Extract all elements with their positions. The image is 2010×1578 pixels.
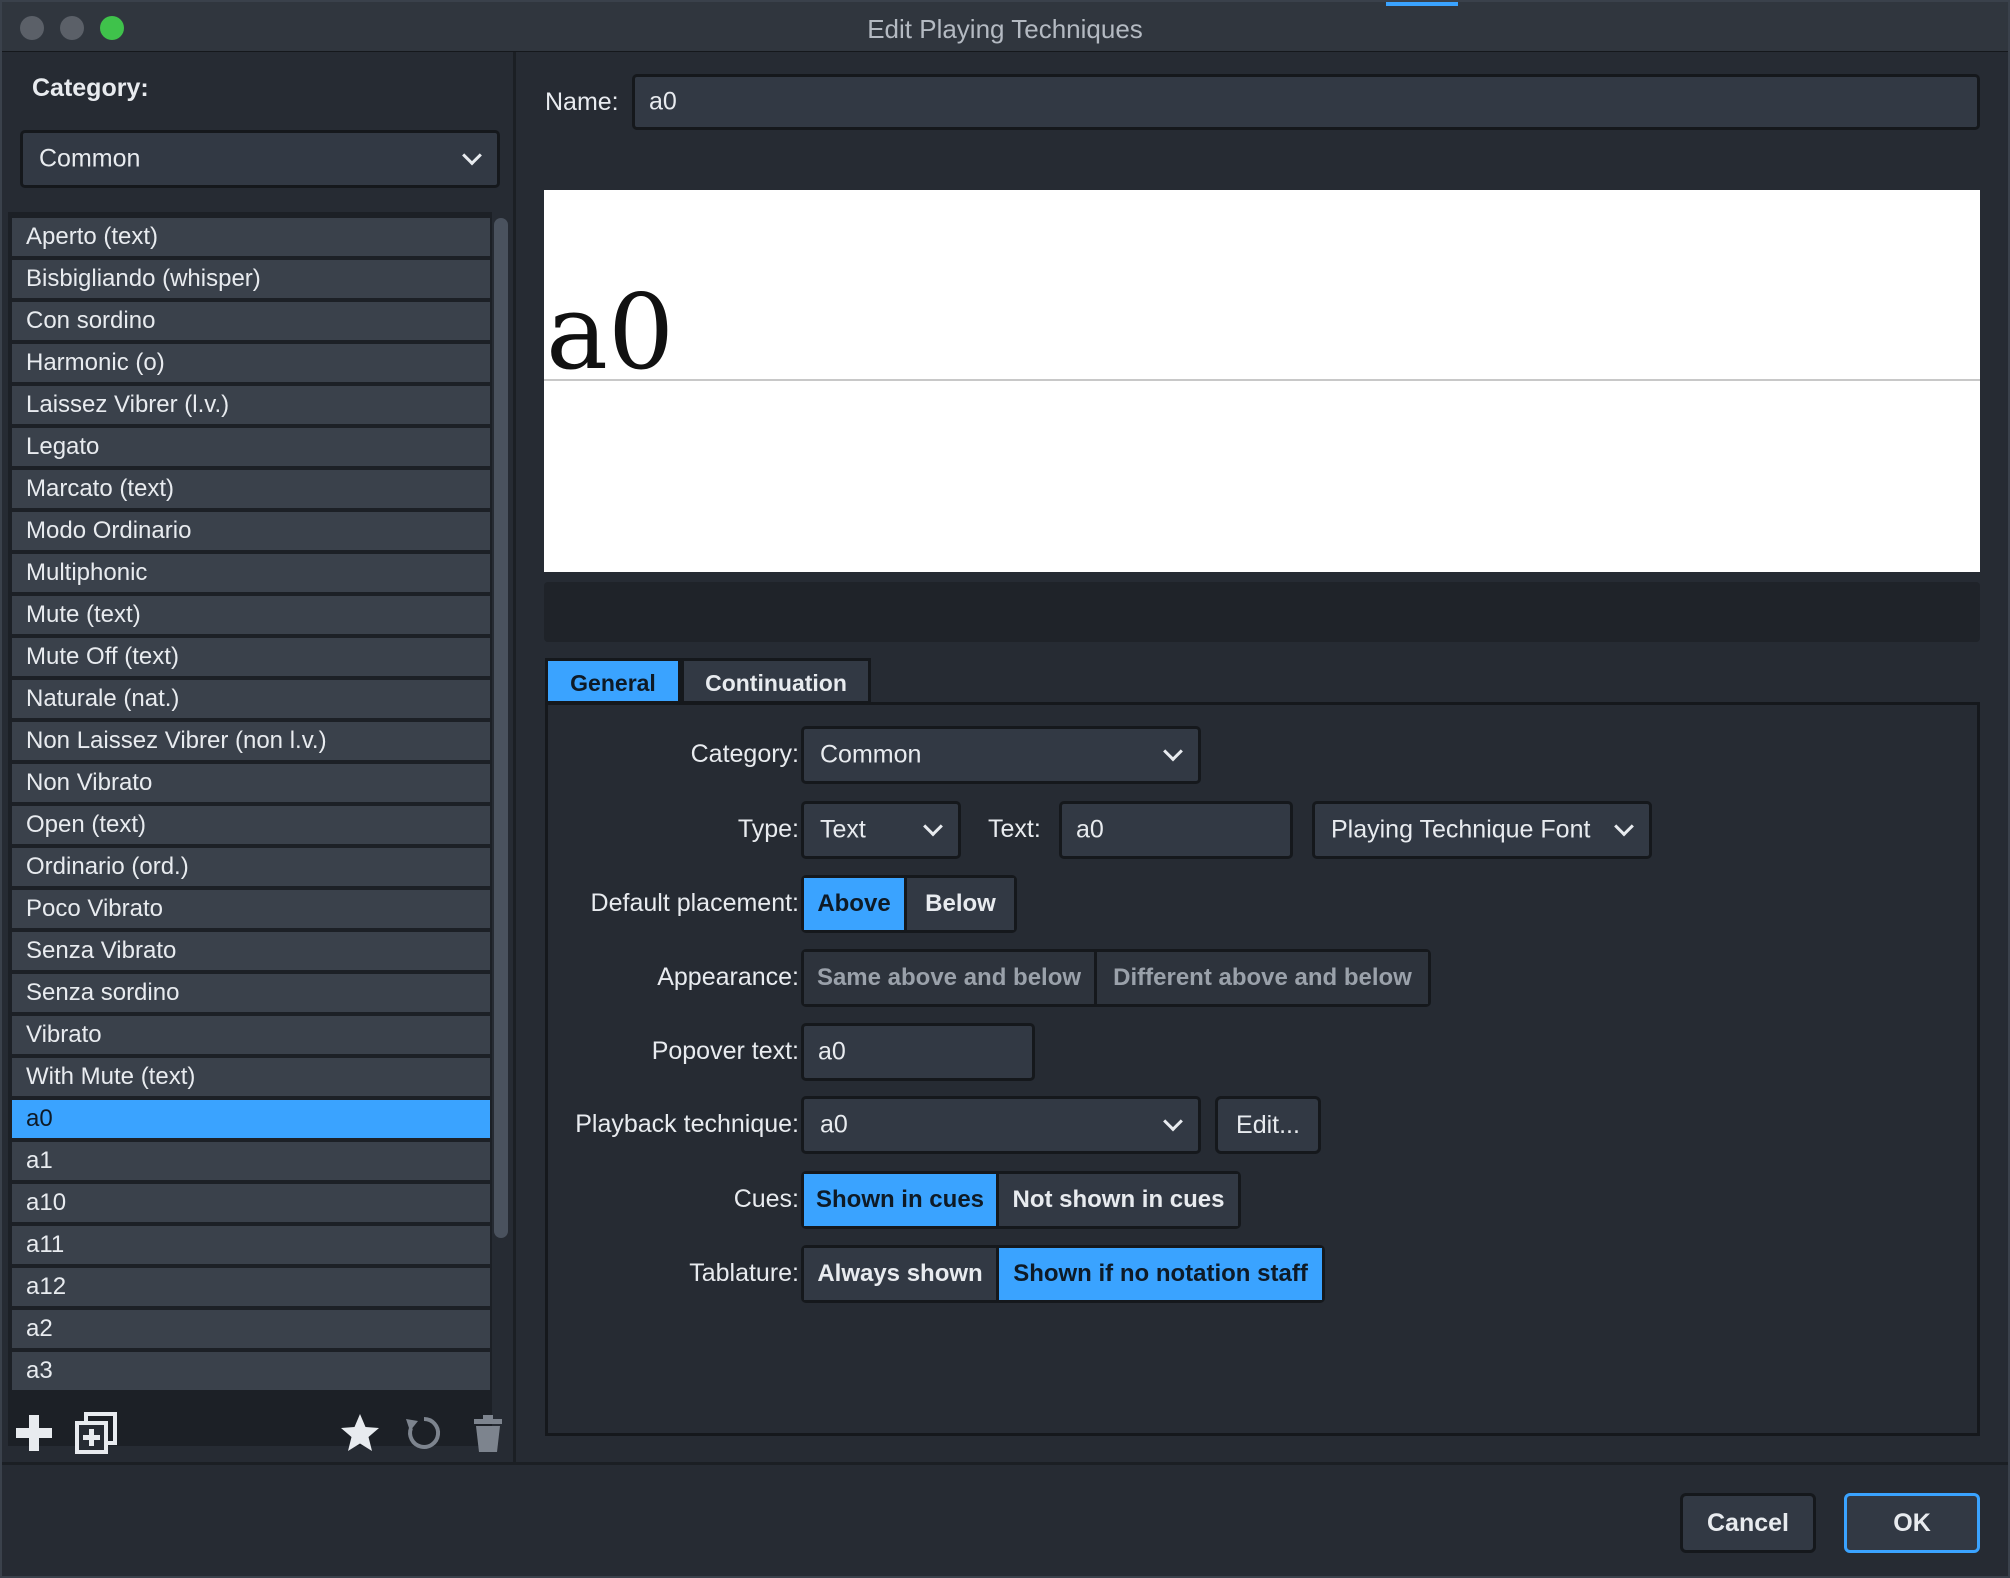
- list-item[interactable]: a10: [12, 1184, 490, 1222]
- list-item[interactable]: Mute Off (text): [12, 638, 490, 676]
- chevron-down-icon: [1163, 741, 1183, 762]
- appearance-different-button[interactable]: Different above and below: [1097, 952, 1428, 1004]
- technique-preview: a0: [544, 190, 1980, 572]
- chevron-down-icon: [462, 145, 482, 166]
- type-value: Text: [820, 815, 866, 844]
- list-item[interactable]: a1: [12, 1142, 490, 1180]
- shown-if-no-notation-staff-button[interactable]: Shown if no notation staff: [999, 1248, 1322, 1300]
- background-window-accent: [1386, 2, 1458, 6]
- list-item[interactable]: Ordinario (ord.): [12, 848, 490, 886]
- playback-technique-dropdown[interactable]: a0: [801, 1096, 1201, 1154]
- edit-playing-techniques-dialog: Edit Playing Techniques Category: Common…: [0, 0, 2010, 1578]
- list-item[interactable]: a2: [12, 1310, 490, 1348]
- text-label: Text:: [988, 815, 1041, 843]
- category-filter-label: Category:: [32, 74, 149, 102]
- list-item[interactable]: Poco Vibrato: [12, 890, 490, 928]
- cancel-button[interactable]: Cancel: [1680, 1493, 1816, 1553]
- preview-staff-line: [544, 379, 1980, 381]
- name-input[interactable]: a0: [632, 74, 1980, 130]
- list-item[interactable]: a12: [12, 1268, 490, 1306]
- category-dropdown[interactable]: Common: [801, 726, 1201, 784]
- name-label: Name:: [545, 88, 619, 116]
- plus-icon[interactable]: [12, 1411, 56, 1455]
- list-item[interactable]: Harmonic (o): [12, 344, 490, 382]
- list-item[interactable]: a3: [12, 1352, 490, 1390]
- cues-label: Cues:: [733, 1185, 799, 1213]
- font-value: Playing Technique Font: [1331, 815, 1591, 844]
- placement-above-button[interactable]: Above: [804, 878, 907, 930]
- technique-list[interactable]: Aperto (text) Bisbigliando (whisper) Con s…: [8, 212, 492, 1446]
- list-item[interactable]: Aperto (text): [12, 218, 490, 256]
- name-value: a0: [649, 87, 677, 116]
- popover-text-input[interactable]: a0: [801, 1023, 1035, 1081]
- not-shown-in-cues-button[interactable]: Not shown in cues: [999, 1174, 1238, 1226]
- list-item[interactable]: Non Vibrato: [12, 764, 490, 802]
- tablature-label: Tablature:: [689, 1259, 799, 1287]
- trash-icon[interactable]: [466, 1411, 510, 1455]
- placement-below-button[interactable]: Below: [907, 878, 1014, 930]
- reset-icon[interactable]: [402, 1411, 446, 1455]
- category-filter-dropdown[interactable]: Common: [20, 130, 500, 188]
- list-item[interactable]: Non Laissez Vibrer (non l.v.): [12, 722, 490, 760]
- list-item[interactable]: Vibrato: [12, 1016, 490, 1054]
- type-label: Type:: [737, 815, 799, 843]
- category-label: Category:: [690, 740, 799, 768]
- tablature-segmented-control: Always shown Shown if no notation staff: [801, 1245, 1325, 1303]
- list-item[interactable]: Bisbigliando (whisper): [12, 260, 490, 298]
- list-item[interactable]: Multiphonic: [12, 554, 490, 592]
- always-shown-button[interactable]: Always shown: [804, 1248, 999, 1300]
- general-tab-panel: Category: Common Type: Text Text: a0 Pla…: [545, 702, 1980, 1436]
- list-item[interactable]: a0: [12, 1100, 490, 1138]
- dialog-footer: Cancel OK: [2, 1462, 2008, 1576]
- list-scrollbar[interactable]: [494, 218, 508, 1238]
- title-bar: Edit Playing Techniques: [2, 2, 2008, 52]
- duplicate-icon[interactable]: [74, 1411, 118, 1455]
- default-placement-label: Default placement:: [590, 889, 799, 917]
- list-item[interactable]: a11: [12, 1226, 490, 1264]
- playback-technique-value: a0: [820, 1110, 848, 1139]
- window-title: Edit Playing Techniques: [867, 14, 1143, 44]
- list-item[interactable]: Mute (text): [12, 596, 490, 634]
- list-item[interactable]: Senza Vibrato: [12, 932, 490, 970]
- chevron-down-icon: [1163, 1111, 1183, 1132]
- type-dropdown[interactable]: Text: [801, 801, 961, 859]
- shown-in-cues-button[interactable]: Shown in cues: [804, 1174, 999, 1226]
- chevron-down-icon: [1614, 816, 1634, 837]
- list-item[interactable]: Laissez Vibrer (l.v.): [12, 386, 490, 424]
- ok-button[interactable]: OK: [1844, 1493, 1980, 1553]
- appearance-segmented-control: Same above and below Different above and…: [801, 949, 1431, 1007]
- placement-segmented-control: Above Below: [801, 875, 1017, 933]
- list-item[interactable]: Modo Ordinario: [12, 512, 490, 550]
- text-value: a0: [1076, 815, 1104, 844]
- preview-text: a0: [546, 271, 675, 393]
- list-item[interactable]: Open (text): [12, 806, 490, 844]
- list-item[interactable]: Naturale (nat.): [12, 680, 490, 718]
- popover-text-label: Popover text:: [651, 1037, 799, 1065]
- list-item[interactable]: Senza sordino: [12, 974, 490, 1012]
- tab-general[interactable]: General: [545, 658, 681, 704]
- technique-list-panel: Category: Common Aperto (text) Bisbiglian…: [2, 52, 516, 1462]
- text-input[interactable]: a0: [1059, 801, 1293, 859]
- popover-text-value: a0: [818, 1037, 846, 1066]
- list-item[interactable]: Marcato (text): [12, 470, 490, 508]
- edit-playback-technique-button[interactable]: Edit...: [1215, 1096, 1321, 1154]
- preview-info-strip: [544, 582, 1980, 642]
- tab-continuation[interactable]: Continuation: [681, 658, 871, 704]
- playback-technique-label: Playback technique:: [575, 1110, 799, 1138]
- chevron-down-icon: [923, 816, 943, 837]
- list-item[interactable]: With Mute (text): [12, 1058, 490, 1096]
- list-item[interactable]: Con sordino: [12, 302, 490, 340]
- font-dropdown[interactable]: Playing Technique Font: [1312, 801, 1652, 859]
- category-filter-value: Common: [39, 144, 141, 173]
- list-toolbar: [2, 1397, 516, 1462]
- category-value: Common: [820, 740, 922, 769]
- appearance-label: Appearance:: [657, 963, 799, 991]
- list-item[interactable]: Legato: [12, 428, 490, 466]
- star-icon[interactable]: [338, 1411, 382, 1455]
- cues-segmented-control: Shown in cues Not shown in cues: [801, 1171, 1241, 1229]
- appearance-same-button[interactable]: Same above and below: [804, 952, 1097, 1004]
